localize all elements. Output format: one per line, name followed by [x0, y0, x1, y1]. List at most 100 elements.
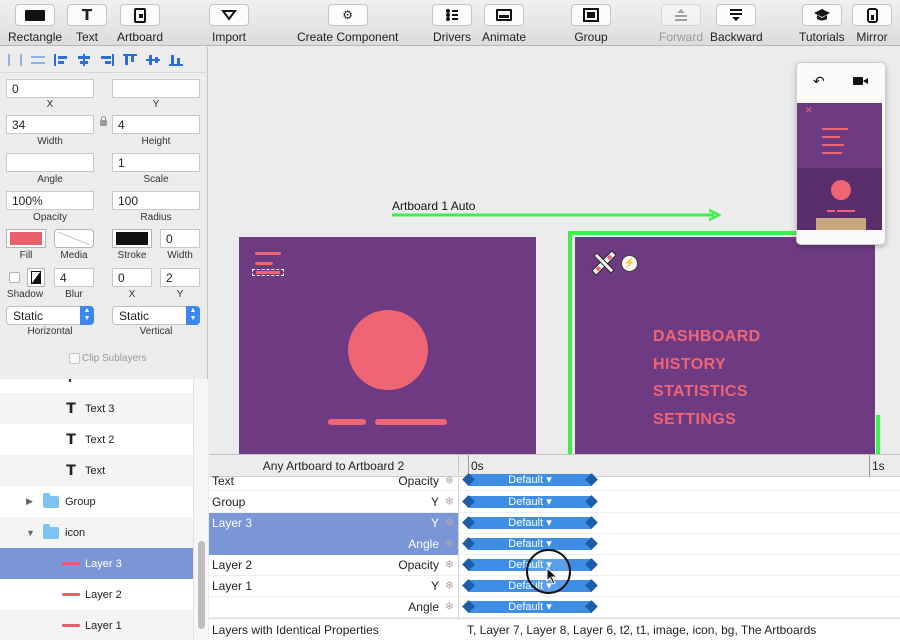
snowflake-icon[interactable]: ❄ [445, 558, 454, 571]
media-swatch[interactable] [54, 229, 94, 248]
shadow-y-field[interactable]: 2 [160, 268, 200, 287]
timeline-row-layer3-y[interactable]: Layer 3 Y ❄ Default ▾ [209, 513, 900, 534]
align-bottom-icon[interactable] [169, 53, 183, 66]
x-field[interactable]: 0 [6, 79, 94, 98]
disclosure-down-icon[interactable]: ▼ [26, 528, 36, 538]
preview-screen-bottom [797, 168, 882, 230]
animate-tool[interactable]: Animate [482, 4, 526, 44]
lightning-icon[interactable]: ⚡ [621, 255, 638, 272]
connection-arrow[interactable] [392, 208, 722, 222]
preview-window[interactable]: ↶ ✕ [796, 62, 886, 245]
menu-item-dashboard[interactable]: DASHBOARD [653, 323, 761, 351]
short-bar[interactable] [328, 419, 366, 425]
shadow-x-field[interactable]: 0 [112, 268, 152, 287]
layer-label: Text [85, 464, 106, 477]
animation-curve-bar[interactable]: Default ▾ [468, 517, 592, 529]
y-field[interactable] [112, 79, 200, 98]
disclosure-right-icon[interactable]: ▶ [26, 496, 36, 507]
animation-curve-bar[interactable]: Default ▾ [468, 474, 592, 486]
snowflake-icon[interactable]: ❄ [445, 516, 454, 529]
gears-icon: ⚙ [327, 4, 368, 26]
artboard-1[interactable] [239, 237, 536, 454]
width-field[interactable]: 34 [6, 115, 94, 134]
backward-tool[interactable]: Backward [710, 4, 763, 44]
timeline-row-text-opacity[interactable]: Text Opacity ❄ Default ▾ [209, 471, 900, 491]
group-label: Group [574, 30, 608, 44]
align-center-h-icon[interactable] [77, 53, 91, 66]
text-tool[interactable]: T Text [67, 4, 107, 44]
hamburger-line-top[interactable] [255, 252, 281, 255]
drivers-tool[interactable]: Drivers [432, 4, 472, 44]
align-middle-icon[interactable] [146, 53, 160, 66]
long-bar[interactable] [375, 419, 447, 425]
preview-close-x-icon[interactable]: ✕ [805, 105, 813, 116]
height-field[interactable]: 4 [112, 115, 200, 134]
snowflake-icon[interactable]: ❄ [445, 537, 454, 550]
distribute-vertical-icon[interactable] [31, 55, 45, 64]
radius-field[interactable]: 100 [112, 191, 200, 210]
menu-item-history[interactable]: HISTORY [653, 351, 761, 379]
layer-item-group[interactable]: ▶ Group [0, 486, 193, 517]
animation-curve-bar[interactable]: Default ▾ [468, 601, 592, 613]
artboard-2[interactable]: DASHBOARD HISTORY STATISTICS SETTINGS [575, 237, 875, 454]
import-tool[interactable]: Import [209, 4, 249, 44]
horizontal-label: Horizontal [27, 326, 73, 337]
layer-item-text-3[interactable]: T Text 3 [0, 393, 193, 424]
mirror-tool[interactable]: Mirror [852, 4, 892, 44]
clip-sublayers-checkbox[interactable] [69, 353, 80, 364]
timeline-row-group-y[interactable]: Group Y ❄ Default ▾ [209, 492, 900, 513]
opacity-field[interactable]: 100% [6, 191, 94, 210]
layer-item-layer-2[interactable]: Layer 2 [0, 579, 193, 610]
align-right-icon[interactable] [100, 53, 114, 66]
forward-tool[interactable]: Forward [659, 4, 703, 44]
text-layer-icon: T [66, 431, 76, 448]
layer-item-text[interactable]: T Text [0, 455, 193, 486]
blur-field[interactable]: 4 [54, 268, 94, 287]
shadow-checkbox[interactable] [9, 272, 20, 283]
group-tool[interactable]: Group [571, 4, 611, 44]
tutorials-tool[interactable]: Tutorials [799, 4, 845, 44]
snowflake-icon[interactable]: ❄ [445, 579, 454, 592]
shadow-color-swatch[interactable] [27, 268, 45, 287]
preview-short-bar [827, 210, 835, 212]
media-empty-icon [58, 232, 90, 245]
text-layer-icon: T [66, 400, 76, 417]
horizontal-select[interactable]: Static ▲ ▼ [6, 306, 94, 325]
layer-item-text-2[interactable]: T Text 2 [0, 424, 193, 455]
timeline-row-layer1-angle[interactable]: Angle ❄ Default ▾ [209, 597, 900, 618]
create-component-tool[interactable]: ⚙ Create Component [297, 4, 398, 44]
canvas[interactable]: Artboard 1 Auto DASHBOARD HISTORY STATIS… [209, 47, 900, 454]
animation-curve-bar[interactable]: Default ▾ [468, 538, 592, 550]
stroke-label: Stroke [117, 250, 147, 261]
layers-scrollbar-thumb[interactable] [198, 541, 205, 629]
menu-item-statistics[interactable]: STATISTICS [653, 378, 761, 406]
artboard-tool[interactable]: Artboard [117, 4, 163, 44]
angle-field[interactable] [6, 153, 94, 172]
snowflake-icon[interactable]: ❄ [445, 474, 454, 487]
undo-icon[interactable]: ↶ [813, 73, 825, 90]
preview-screen-top: ✕ [797, 103, 882, 168]
animation-curve-bar[interactable]: Default ▾ [468, 496, 592, 508]
lock-icon[interactable] [100, 116, 107, 126]
align-left-icon[interactable] [54, 53, 68, 66]
fill-swatch[interactable] [6, 229, 46, 248]
align-top-icon[interactable] [123, 53, 137, 66]
rectangle-tool[interactable]: Rectangle [8, 4, 62, 44]
video-camera-icon[interactable] [853, 77, 868, 85]
avatar-circle[interactable] [348, 310, 428, 390]
close-x-icon[interactable] [588, 247, 620, 279]
snowflake-icon[interactable]: ❄ [445, 600, 454, 613]
stroke-width-field[interactable]: 0 [160, 229, 200, 248]
vertical-select[interactable]: Static ▲ ▼ [112, 306, 200, 325]
scale-field[interactable]: 1 [112, 153, 200, 172]
distribute-horizontal-icon[interactable] [8, 53, 22, 66]
layer-item-layer-1[interactable]: Layer 1 [0, 610, 193, 640]
stroke-swatch[interactable] [112, 229, 152, 248]
vertical-stepper-icon: ▲ ▼ [186, 306, 200, 325]
menu-item-settings[interactable]: SETTINGS [653, 406, 761, 434]
layer-item-icon[interactable]: ▼ icon [0, 517, 193, 548]
selected-layer-outline[interactable] [252, 269, 284, 276]
layer-item-layer-3[interactable]: Layer 3 [0, 548, 193, 579]
snowflake-icon[interactable]: ❄ [445, 495, 454, 508]
hamburger-line-middle[interactable] [255, 262, 273, 265]
